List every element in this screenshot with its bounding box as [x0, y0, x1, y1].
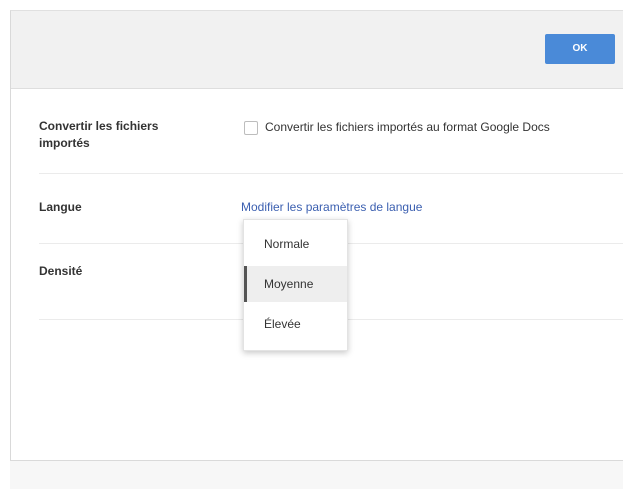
settings-dialog: OK Convertir les fichiers importés Conve…	[10, 10, 623, 471]
density-option-normale[interactable]: Normale	[244, 226, 347, 262]
divider	[39, 173, 623, 174]
density-menu: Normale Moyenne Élevée	[243, 219, 348, 351]
convert-checkbox[interactable]	[244, 121, 258, 135]
density-option-moyenne[interactable]: Moyenne	[244, 266, 347, 302]
page: OK Convertir les fichiers importés Conve…	[0, 0, 623, 489]
density-option-elevee[interactable]: Élevée	[244, 306, 347, 342]
convert-checkbox-label[interactable]: Convertir les fichiers importés au forma…	[265, 119, 550, 135]
language-label: Langue	[39, 200, 82, 214]
dialog-footer	[10, 461, 623, 489]
density-label: Densité	[39, 264, 83, 278]
dialog-header: OK	[11, 11, 623, 89]
convert-label: Convertir les fichiers importés	[39, 119, 159, 150]
ok-button[interactable]: OK	[545, 34, 615, 64]
language-settings-link[interactable]: Modifier les paramètres de langue	[241, 199, 422, 215]
